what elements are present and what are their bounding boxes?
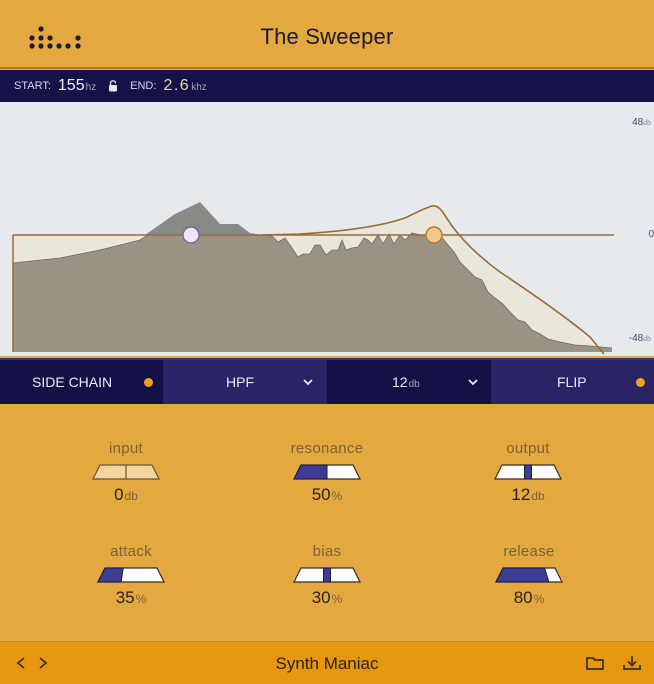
output-slider[interactable] — [494, 464, 562, 480]
start-unit: hz — [85, 82, 97, 93]
value-number: 30 — [311, 588, 331, 607]
flip-indicator — [636, 377, 645, 387]
knob-label: release — [503, 543, 555, 560]
value-unit: % — [135, 592, 147, 606]
bias-slider[interactable] — [293, 567, 361, 583]
start-frequency-handle[interactable] — [182, 226, 200, 244]
knob-label: attack — [110, 543, 152, 560]
chevron-down-icon — [468, 379, 478, 386]
value-unit: % — [331, 592, 343, 606]
value-number: 0 — [114, 485, 124, 504]
filter-toolbar: SIDE CHAIN HPF 12 db FLIP — [0, 358, 654, 404]
value-unit: % — [533, 592, 545, 606]
knob-value: 30% — [267, 588, 387, 608]
attack-slider[interactable] — [97, 567, 165, 583]
app-title: The Sweeper — [260, 24, 394, 49]
db-mid-label: 0 — [648, 229, 654, 240]
db-mid-value: 0 — [648, 229, 654, 240]
resonance-control: resonance 50% — [267, 440, 387, 505]
side-chain-label: SIDE CHAIN — [32, 374, 113, 390]
slider-fill — [495, 567, 550, 583]
db-top-value: 48 — [632, 117, 644, 128]
slope-value-group: 12 db — [392, 374, 420, 390]
value-number: 80 — [513, 588, 533, 607]
input-slider[interactable] — [92, 464, 160, 480]
preset-footer: Synth Maniac — [0, 641, 654, 684]
filter-type-dropdown[interactable]: HPF — [163, 360, 327, 404]
slider-fill — [293, 464, 328, 480]
input-control: input 0db — [66, 440, 186, 505]
db-top-label: 48db — [632, 117, 651, 128]
knob-label: input — [108, 440, 144, 457]
end-frequency[interactable]: 2.6 khz — [163, 77, 206, 95]
frequency-range-bar: START: 155 hz END: 2.6 khz — [0, 70, 654, 102]
knob-value: 35% — [71, 588, 191, 608]
knob-value: 50% — [267, 485, 387, 505]
flip-label: FLIP — [557, 374, 587, 390]
db-bottom-value: -48 — [628, 333, 644, 344]
side-chain-indicator — [144, 377, 153, 387]
bias-control: bias 30% — [267, 543, 387, 608]
knob-value: 0db — [66, 485, 186, 505]
output-control: output 12db — [468, 440, 588, 505]
start-value: 155 — [57, 77, 85, 94]
end-value: 2.6 — [163, 77, 191, 94]
slope-dropdown[interactable]: 12 db — [327, 360, 491, 404]
end-unit: khz — [191, 82, 207, 93]
end-label: END: — [130, 80, 157, 92]
preset-name[interactable]: Synth Maniac — [0, 654, 654, 674]
header: The Sweeper — [0, 0, 654, 69]
knob-value: 80% — [469, 588, 589, 608]
db-unit: db — [643, 120, 651, 127]
value-unit: % — [331, 489, 343, 503]
value-number: 50 — [311, 485, 331, 504]
value-number: 12 — [511, 485, 531, 504]
spectrum-peak — [145, 202, 262, 235]
download-icon[interactable] — [621, 654, 643, 672]
lock-icon[interactable] — [108, 80, 118, 92]
spectrum-svg — [12, 202, 614, 355]
slider-marker — [323, 567, 331, 583]
side-chain-toggle[interactable]: SIDE CHAIN — [0, 360, 163, 404]
value-number: 35 — [115, 588, 135, 607]
filter-type-value: HPF — [226, 374, 254, 390]
start-label: START: — [14, 80, 51, 92]
release-control: release 80% — [469, 543, 589, 608]
knob-label: output — [506, 440, 550, 457]
knob-label: resonance — [290, 440, 364, 457]
slider-fill — [97, 567, 124, 583]
folder-icon[interactable] — [584, 654, 606, 672]
release-slider[interactable] — [495, 567, 563, 583]
slope-value: 12 — [392, 374, 408, 390]
end-frequency-handle[interactable] — [425, 226, 443, 244]
resonance-slider[interactable] — [293, 464, 361, 480]
attack-control: attack 35% — [71, 543, 191, 608]
flip-toggle[interactable]: FLIP — [491, 360, 654, 404]
parameter-panel: input 0db resonance 50% output 12db atta… — [0, 404, 654, 640]
start-frequency[interactable]: 155 hz — [58, 77, 96, 95]
db-unit: db — [643, 336, 651, 343]
slope-unit: db — [408, 379, 420, 390]
value-unit: db — [124, 489, 138, 503]
chevron-down-icon — [303, 379, 313, 386]
knob-label: bias — [312, 543, 342, 560]
db-bottom-label: -48db — [629, 333, 651, 344]
spectrum-graph[interactable]: 48db 0 -48db — [0, 102, 654, 356]
value-unit: db — [531, 489, 545, 503]
knob-value: 12db — [468, 485, 588, 505]
slider-marker — [524, 464, 532, 480]
